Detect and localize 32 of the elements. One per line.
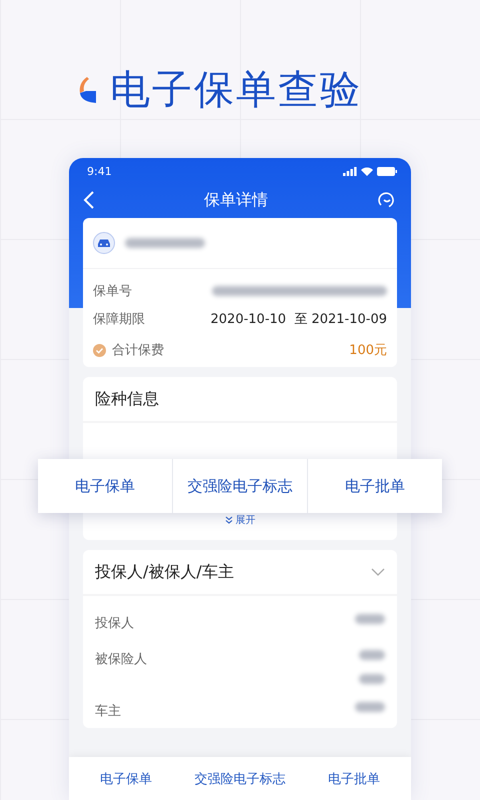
signal-icon [343, 166, 357, 176]
back-icon[interactable] [83, 191, 95, 209]
tab-button[interactable]: 电子保单 [69, 757, 183, 800]
wifi-icon [361, 166, 373, 176]
section-title: 险种信息 [95, 388, 159, 410]
status-time: 9:41 [87, 164, 112, 178]
field-label: 车主 [95, 703, 121, 720]
menu-item[interactable]: 交强险电子标志 [172, 459, 307, 513]
field-label: 被保险人 [95, 651, 147, 668]
field-label: 保障期限 [93, 311, 145, 328]
check-icon [93, 344, 106, 356]
chat-icon[interactable] [377, 190, 397, 210]
menu-item[interactable]: 电子批单 [307, 459, 442, 513]
battery-icon [377, 166, 397, 176]
field-label: 保单号 [93, 283, 132, 300]
section-title: 投保人/被保人/车主 [95, 562, 234, 582]
tab-button[interactable]: 电子批单 [297, 757, 411, 800]
tab-button[interactable]: 交强险电子标志 [183, 757, 297, 800]
blurred-value [355, 614, 385, 624]
blurred-value [355, 702, 385, 712]
total-amount: 100元 [349, 342, 387, 359]
chevrons-down-icon [224, 516, 232, 524]
field-value: 2020-10-10 至 2021-10-09 [210, 311, 387, 328]
menu-item[interactable]: 电子保单 [38, 459, 172, 513]
logo-icon [78, 77, 96, 103]
blurred-value [359, 650, 385, 660]
field-label: 投保人 [95, 615, 134, 632]
blurred-value [359, 674, 385, 684]
total-label: 合计保费 [112, 342, 164, 359]
promo-title: 电子保单查验 [110, 70, 362, 110]
car-icon [93, 232, 115, 254]
page-title: 保单详情 [204, 190, 268, 210]
